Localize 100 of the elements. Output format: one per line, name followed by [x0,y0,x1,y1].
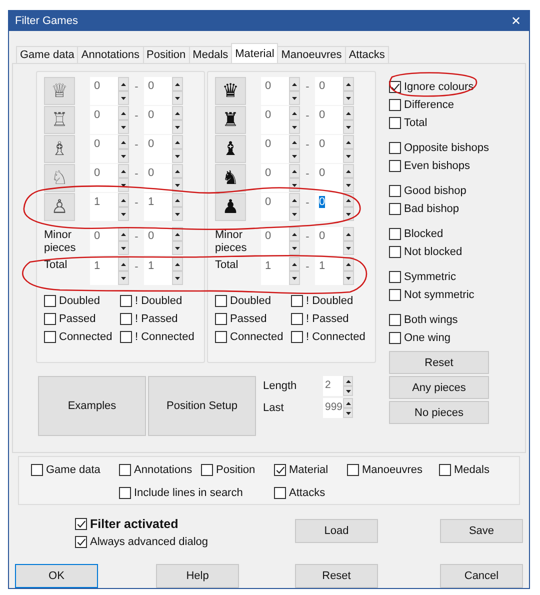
spin-up-button[interactable] [172,193,183,207]
number-field[interactable]: 0 [261,227,289,255]
checkbox[interactable] [389,203,401,215]
tab[interactable]: Attacks [344,46,389,63]
checkbox[interactable] [120,313,132,325]
number-field[interactable]: 0 [90,106,118,134]
spin-up-button[interactable] [118,257,129,271]
number-field[interactable]: 0 [315,227,343,255]
dialog-button[interactable]: OK [15,564,98,588]
chess-piece-button[interactable]: ♟ [215,193,246,221]
chess-piece-button[interactable]: ♙ [44,193,75,221]
checkbox[interactable] [120,295,132,307]
spin-down-button[interactable] [118,149,129,163]
spin-down-button[interactable] [343,207,354,221]
chess-piece-button[interactable]: ♗ [44,135,75,163]
spin-up-button[interactable] [289,193,300,207]
checkbox[interactable] [291,295,303,307]
chess-piece-button[interactable]: ♝ [215,135,246,163]
checkbox[interactable] [389,228,401,240]
spin-down-button[interactable] [118,271,129,285]
spin-down-button[interactable] [289,91,300,105]
dialog-button[interactable]: Reset [389,351,489,374]
checkbox[interactable] [44,313,56,325]
number-field[interactable]: 0 [90,227,118,255]
spin-up-button[interactable] [118,106,129,120]
dialog-button[interactable]: Cancel [440,564,523,588]
checkbox[interactable] [389,160,401,172]
spin-down-button[interactable] [118,241,129,255]
spin-down-button[interactable] [343,386,354,396]
checkbox[interactable] [389,314,401,326]
spin-down-button[interactable] [289,241,300,255]
spin-up-button[interactable] [343,77,354,91]
spin-down-button[interactable] [289,178,300,192]
number-field[interactable]: 0 [315,106,343,134]
number-field[interactable]: 0 [144,106,172,134]
dialog-button[interactable]: Save [440,519,523,543]
number-field[interactable]: 0 [144,164,172,192]
number-field[interactable]: 0 [315,135,343,163]
spin-down-button[interactable] [118,91,129,105]
spin-up-button[interactable] [172,135,183,149]
spin-up-button[interactable] [172,106,183,120]
spin-down-button[interactable] [289,207,300,221]
spin-up-button[interactable] [289,77,300,91]
checkbox[interactable] [389,99,401,111]
checkbox[interactable] [389,332,401,344]
number-field[interactable]: 0 [261,106,289,134]
spin-down-button[interactable] [172,120,183,134]
spin-down-button[interactable] [118,207,129,221]
dialog-button[interactable]: Position Setup [148,376,256,436]
chess-piece-button[interactable]: ♘ [44,164,75,192]
checkbox[interactable] [75,536,87,548]
spin-down-button[interactable] [343,120,354,134]
spin-down-button[interactable] [343,408,354,418]
dialog-button[interactable]: No pieces [389,401,489,424]
spin-down-button[interactable] [343,271,354,285]
spin-up-button[interactable] [343,106,354,120]
spin-up-button[interactable] [289,227,300,241]
tab[interactable]: Game data [16,46,78,63]
number-field[interactable]: 0 [90,77,118,105]
close-button[interactable]: ✕ [511,14,521,28]
spin-down-button[interactable] [172,91,183,105]
spin-up-button[interactable] [289,135,300,149]
chess-piece-button[interactable]: ♕ [44,77,75,105]
checkbox[interactable] [291,313,303,325]
spin-up-button[interactable] [343,398,354,408]
checkbox[interactable] [291,331,303,343]
spin-up-button[interactable] [172,164,183,178]
spin-up-button[interactable] [172,77,183,91]
spin-down-button[interactable] [343,149,354,163]
checkbox[interactable] [389,271,401,283]
checkbox[interactable] [44,295,56,307]
spin-up-button[interactable] [343,193,354,207]
spin-down-button[interactable] [172,271,183,285]
number-field[interactable]: 0 [315,77,343,105]
number-field[interactable]: 1 [90,193,118,221]
spin-up-button[interactable] [343,227,354,241]
tab[interactable]: Material [231,43,278,63]
number-field[interactable]: 0 [144,135,172,163]
number-field[interactable]: 1 [144,257,172,285]
spin-down-button[interactable] [343,91,354,105]
spin-up-button[interactable] [343,135,354,149]
checkbox[interactable] [215,331,227,343]
number-field[interactable]: 0 [261,135,289,163]
spin-down-button[interactable] [289,271,300,285]
spin-up-button[interactable] [343,376,354,386]
spin-up-button[interactable] [118,135,129,149]
number-field[interactable]: 0 [261,77,289,105]
checkbox[interactable] [120,331,132,343]
number-field[interactable]: 0 [90,135,118,163]
spin-down-button[interactable] [172,149,183,163]
spin-up-button[interactable] [172,257,183,271]
checkbox[interactable] [31,464,43,476]
checkbox[interactable] [389,142,401,154]
checkbox[interactable] [274,487,286,499]
checkbox[interactable] [389,289,401,301]
number-field[interactable]: 0 [90,164,118,192]
spin-down-button[interactable] [343,241,354,255]
checkbox[interactable] [389,185,401,197]
number-field[interactable]: 0 [261,164,289,192]
chess-piece-button[interactable]: ♖ [44,106,75,134]
